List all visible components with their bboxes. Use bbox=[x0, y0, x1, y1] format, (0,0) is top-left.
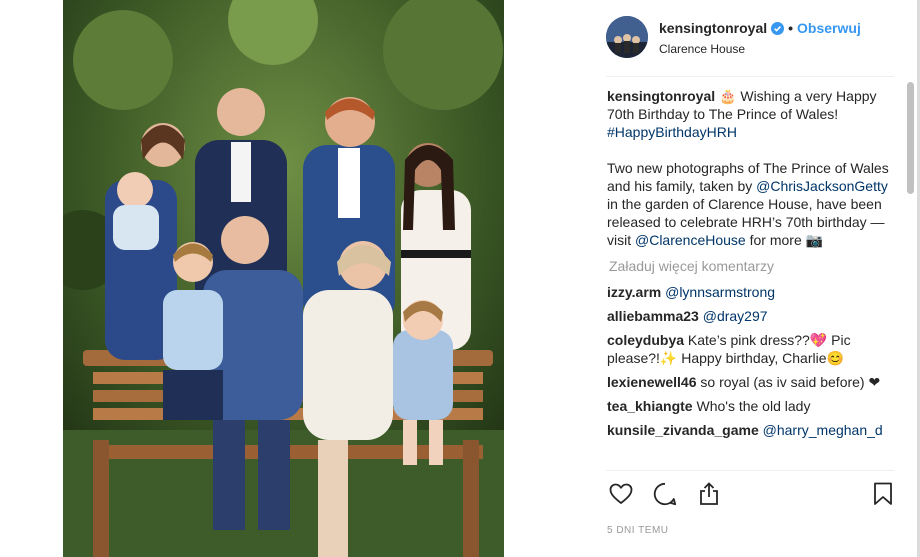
comment-mention[interactable]: @dray297 bbox=[703, 308, 768, 324]
share-icon[interactable] bbox=[696, 481, 724, 509]
caption-hashtag-link[interactable]: #HappyBirthdayHRH bbox=[607, 124, 737, 140]
actions-divider bbox=[606, 470, 894, 471]
comment-bubble-icon[interactable] bbox=[652, 481, 680, 509]
comment-item: tea_khiangte Who's the old lady bbox=[607, 397, 899, 415]
separator-dot: • bbox=[788, 20, 794, 36]
bookmark-icon[interactable] bbox=[870, 481, 898, 509]
post-actions-bar bbox=[606, 481, 894, 509]
comment-item: izzy.arm @lynnsarmstrong bbox=[607, 283, 899, 301]
follow-button[interactable]: Obserwuj bbox=[797, 20, 861, 36]
avatar[interactable] bbox=[606, 16, 648, 58]
comment-item: coleydubya Kate’s pink dress??💖 Pic plea… bbox=[607, 331, 899, 367]
caption-username[interactable]: kensingtonroyal bbox=[607, 88, 715, 104]
comment-item: kunsile_zivanda_game @harry_meghan_d bbox=[607, 421, 899, 439]
verified-badge-icon bbox=[771, 22, 785, 38]
post-photo[interactable] bbox=[63, 0, 504, 557]
header-divider bbox=[606, 76, 894, 77]
post-header: kensingtonroyal • Obserwuj Clarence House bbox=[606, 16, 896, 60]
load-more-comments-button[interactable]: Załaduj więcej komentarzy bbox=[609, 257, 899, 275]
comments-list[interactable]: kensingtonroyal 🎂 Wishing a very Happy 7… bbox=[607, 87, 899, 471]
location-link[interactable]: Clarence House bbox=[659, 42, 745, 56]
heart-icon[interactable] bbox=[608, 481, 636, 509]
family-photo-image bbox=[63, 0, 504, 557]
caption-mention-link[interactable]: @ClarenceHouse bbox=[635, 232, 746, 248]
comment-item: lexienewell46 so royal (as iv said befor… bbox=[607, 373, 899, 391]
caption: kensingtonroyal 🎂 Wishing a very Happy 7… bbox=[607, 87, 899, 249]
caption-paragraph-2: Two new photographs of The Prince of Wal… bbox=[607, 159, 899, 249]
avatar-image bbox=[606, 16, 648, 58]
header-username-row: kensingtonroyal • Obserwuj bbox=[659, 20, 861, 38]
comment-username[interactable]: lexienewell46 bbox=[607, 374, 697, 390]
comment-text: so royal (as iv said before) ❤ bbox=[700, 374, 881, 390]
comment-username[interactable]: alliebamma23 bbox=[607, 308, 699, 324]
comment-mention[interactable]: @lynnsarmstrong bbox=[665, 284, 775, 300]
comment-item: alliebamma23 @dray297 bbox=[607, 307, 899, 325]
comments-scrollbar[interactable] bbox=[907, 82, 914, 194]
caption-text-2c: for more 📷 bbox=[745, 232, 824, 248]
post-side-panel: kensingtonroyal • Obserwuj Clarence House … bbox=[606, 0, 896, 557]
comment-username[interactable]: coleydubya bbox=[607, 332, 684, 348]
caption-paragraph-1: kensingtonroyal 🎂 Wishing a very Happy 7… bbox=[607, 87, 899, 141]
comment-text: Who's the old lady bbox=[696, 398, 811, 414]
comment-mention[interactable]: @harry_meghan_d bbox=[763, 422, 883, 438]
comment-username[interactable]: izzy.arm bbox=[607, 284, 661, 300]
comment-username[interactable]: tea_khiangte bbox=[607, 398, 693, 414]
comment-username[interactable]: kunsile_zivanda_game bbox=[607, 422, 759, 438]
caption-mention-link[interactable]: @ChrisJacksonGetty bbox=[756, 178, 888, 194]
username-link[interactable]: kensingtonroyal bbox=[659, 20, 767, 36]
post-timestamp[interactable]: 5 DNI TEMU bbox=[607, 525, 669, 536]
